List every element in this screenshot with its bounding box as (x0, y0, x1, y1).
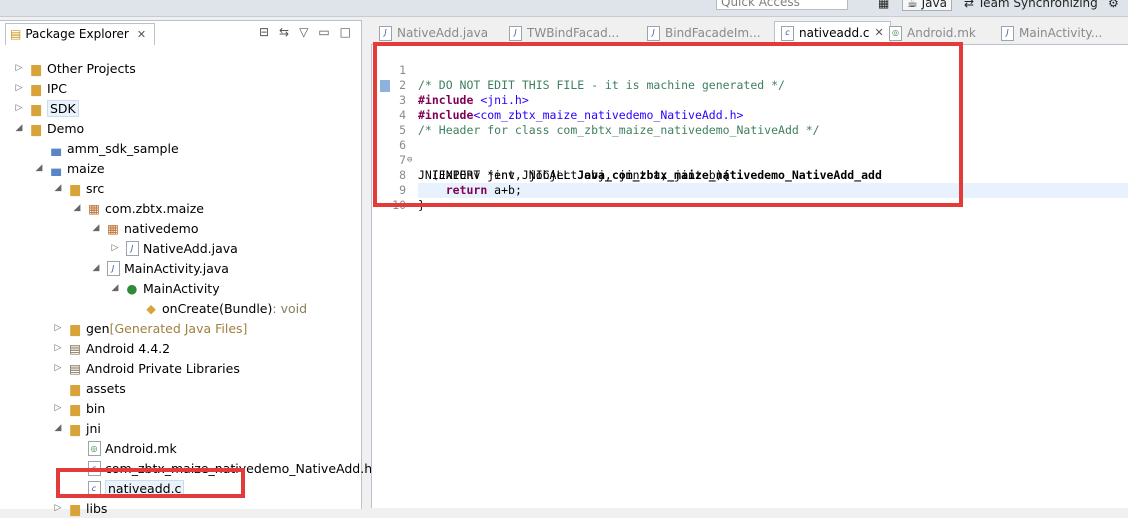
tree-item-android-mk[interactable]: ◎ Android.mk (86, 438, 177, 458)
team-perspective-icon: ⇄ (964, 0, 975, 10)
tree-item-gen[interactable]: ▷ ▆ gen [Generated Java Files] (53, 318, 248, 338)
tree-item-amm-sdk-sample[interactable]: ▄ amm_sdk_sample (48, 138, 178, 158)
expand-arrow-icon[interactable]: ▷ (53, 343, 63, 353)
tab-bindfacadeim[interactable]: J BindFacadeIm... (647, 22, 761, 44)
folder-icon: ▆ (70, 380, 80, 396)
working-set-folder-icon: ▆ (31, 120, 41, 136)
close-icon[interactable]: ✕ (874, 22, 883, 44)
tree-item-android-442[interactable]: ▷ ▤ Android 4.4.2 (53, 338, 171, 358)
folder-icon: ▆ (70, 420, 80, 436)
folder-icon: ▆ (70, 500, 80, 516)
collapse-arrow-icon[interactable]: ◢ (91, 263, 101, 273)
tree-item-oncreate-method[interactable]: ◆ onCreate(Bundle) : void (143, 298, 307, 318)
collapse-arrow-icon[interactable]: ◢ (53, 423, 63, 433)
tree-item-demo[interactable]: ◢ ▆ Demo (14, 118, 85, 138)
tree-item-bin[interactable]: ▷ ▆ bin (53, 398, 106, 418)
expand-arrow-icon[interactable]: ▷ (14, 63, 24, 73)
minimize-icon[interactable]: ▭ (318, 25, 329, 39)
working-set-folder-icon: ▆ (31, 60, 41, 76)
java-file-icon: J (509, 25, 522, 41)
package-icon: ▦ (88, 200, 100, 216)
java-file-icon: J (1001, 25, 1014, 41)
view-toolbar: ⊟ ⇆ ▽ ▭ □ (259, 25, 351, 39)
link-with-editor-icon[interactable]: ⇆ (279, 25, 289, 39)
collapse-arrow-icon[interactable]: ◢ (14, 123, 24, 133)
tree-item-com-zbtx-maize[interactable]: ◢ ▦ com.zbtx.maize (72, 198, 204, 218)
project-icon: ▄ (51, 140, 61, 156)
tree-item-android-private-libraries[interactable]: ▷ ▤ Android Private Libraries (53, 358, 240, 378)
top-toolbar (0, 0, 1128, 17)
collapse-arrow-icon[interactable]: ◢ (110, 283, 120, 293)
tree-item-nativedemo[interactable]: ◢ ▦ nativedemo (91, 218, 199, 238)
android-project-icon: ▄ (51, 160, 61, 176)
tree-item-mainactivity-java[interactable]: ◢ J MainActivity.java (91, 258, 229, 278)
debug-perspective-icon[interactable]: ⚙ (1108, 0, 1119, 10)
c-source-file-icon: c (781, 25, 794, 41)
working-set-folder-icon: ▆ (31, 100, 41, 116)
tree-item-nativeadd-java[interactable]: ▷ J NativeAdd.java (110, 238, 238, 258)
tab-twbindfacad[interactable]: J TWBindFacad... (509, 22, 619, 44)
collapse-arrow-icon[interactable]: ◢ (34, 163, 44, 173)
quick-access-input[interactable]: Quick Access (716, 0, 848, 10)
view-menu-icon[interactable]: ▽ (299, 25, 308, 39)
maximize-icon[interactable]: □ (340, 25, 351, 39)
package-explorer-tab[interactable]: ▤ Package Explorer ✕ (5, 23, 156, 45)
collapse-arrow-icon[interactable]: ◢ (53, 183, 63, 193)
working-set-folder-icon: ▆ (31, 80, 41, 96)
package-explorer-icon: ▤ (10, 27, 22, 41)
tab-nativeadd-c[interactable]: c nativeadd.c ✕ (774, 21, 891, 44)
library-icon: ▤ (69, 360, 81, 376)
package-icon: ▦ (107, 220, 119, 236)
tree-item-jni[interactable]: ◢ ▆ jni (53, 418, 101, 438)
highlight-box-code (373, 42, 963, 207)
source-folder-icon: ▆ (70, 320, 80, 336)
tab-nativeadd-java[interactable]: J NativeAdd.java (379, 22, 488, 44)
makefile-icon: ◎ (86, 440, 102, 456)
expand-arrow-icon[interactable]: ▷ (14, 83, 24, 93)
open-perspective-icon[interactable]: ▦ (878, 0, 889, 10)
tree-item-other-projects[interactable]: ▷ ▆ Other Projects (14, 58, 136, 78)
tree-item-src[interactable]: ◢ ▆ src (53, 178, 105, 198)
java-file-icon: J (105, 260, 121, 276)
perspective-team-button[interactable]: ⇄ Team Synchronizing (964, 0, 1098, 10)
expand-arrow-icon[interactable]: ▷ (53, 363, 63, 373)
tree-item-libs[interactable]: ▷ ▆ libs (53, 498, 108, 518)
folder-icon: ▆ (70, 400, 80, 416)
perspective-java-button[interactable]: ☕ Java (902, 0, 952, 11)
makefile-icon: ◎ (889, 25, 902, 41)
tree-item-sdk[interactable]: ▷ ▆ SDK (14, 98, 79, 118)
expand-arrow-icon[interactable]: ▷ (53, 403, 63, 413)
class-icon: ● (126, 280, 138, 296)
java-file-icon: J (647, 25, 660, 41)
java-file-icon: J (124, 240, 140, 256)
highlight-box-file (56, 468, 245, 498)
source-folder-icon: ▆ (70, 180, 80, 196)
collapse-arrow-icon[interactable]: ◢ (91, 223, 101, 233)
java-perspective-icon: ☕ (907, 0, 918, 10)
tree-item-ipc[interactable]: ▷ ▆ IPC (14, 78, 67, 98)
expand-arrow-icon[interactable]: ▷ (53, 503, 63, 513)
tree-item-mainactivity-class[interactable]: ◢ ● MainActivity (110, 278, 220, 298)
expand-arrow-icon[interactable]: ▷ (14, 103, 24, 113)
java-file-icon: J (379, 25, 392, 41)
library-icon: ▤ (69, 340, 81, 356)
tab-mainactivity[interactable]: J MainActivity... (1001, 22, 1102, 44)
package-explorer-view: ▤ Package Explorer ✕ ⊟ ⇆ ▽ ▭ □ ▷ ▆ Other… (0, 20, 372, 516)
expand-arrow-icon[interactable]: ▷ (53, 323, 63, 333)
protected-method-icon: ◆ (146, 300, 156, 316)
tree-item-maize[interactable]: ◢ ▄ maize (34, 158, 105, 178)
tab-android-mk[interactable]: ◎ Android.mk (889, 22, 976, 44)
expand-arrow-icon[interactable]: ▷ (110, 243, 120, 253)
collapse-arrow-icon[interactable]: ◢ (72, 203, 82, 213)
tree-item-assets[interactable]: ▆ assets (67, 378, 126, 398)
close-icon[interactable]: ✕ (137, 24, 146, 45)
collapse-all-icon[interactable]: ⊟ (259, 25, 269, 39)
